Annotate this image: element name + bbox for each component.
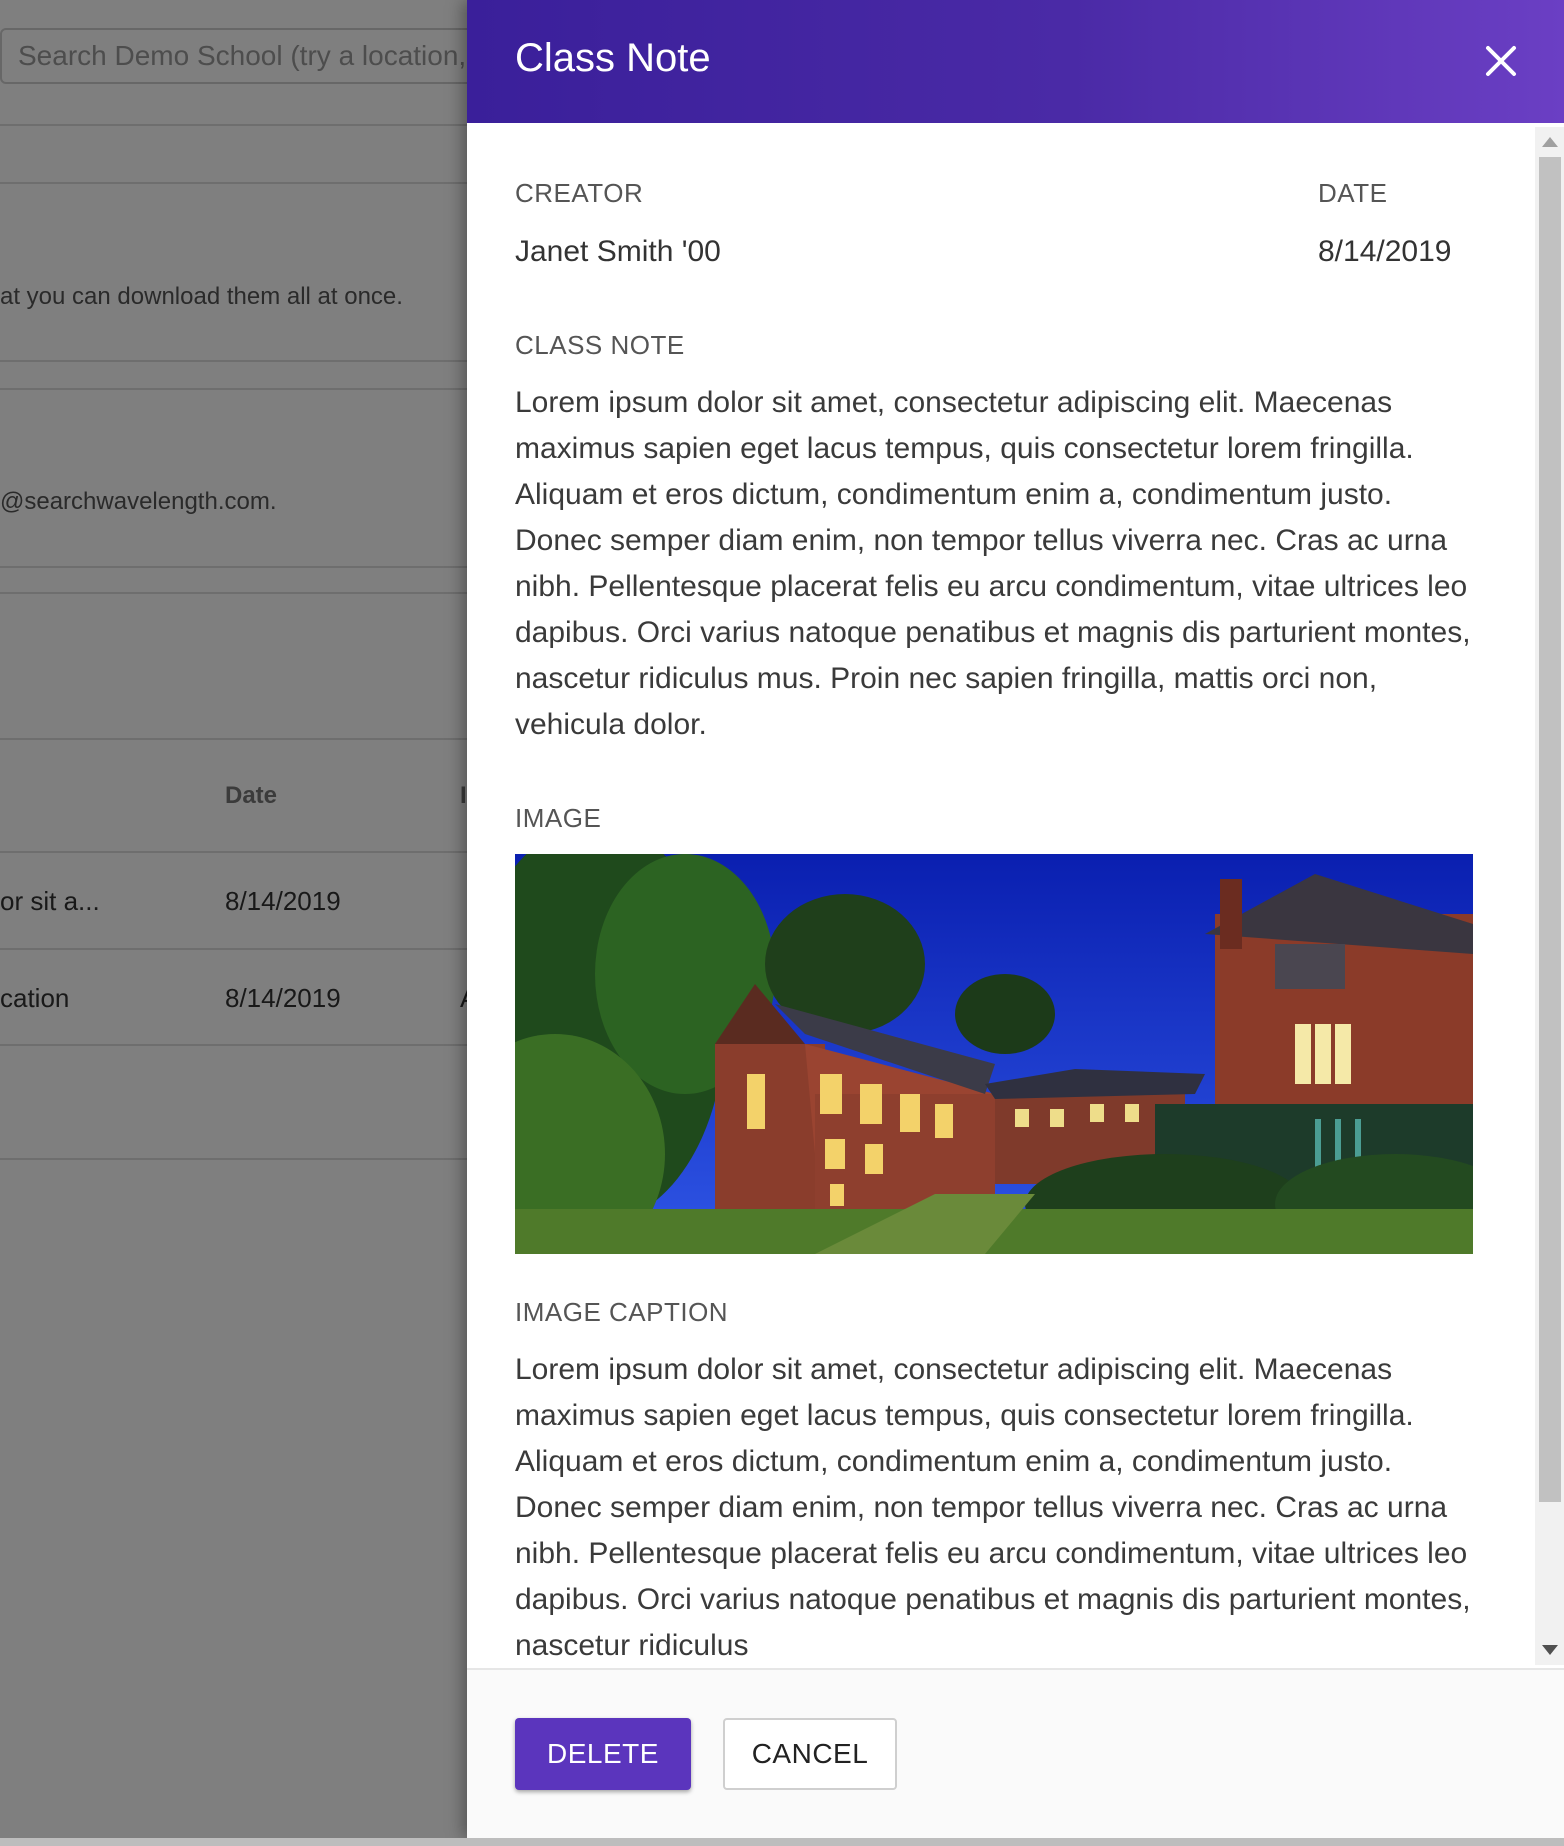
image-caption-label: IMAGE CAPTION [515,1297,729,1327]
close-button[interactable] [1478,38,1524,84]
image-caption-text: Lorem ipsum dolor sit amet, consectetur … [515,1353,1471,1662]
image-label: IMAGE [515,803,602,833]
window-bottom-edge [0,1838,1564,1846]
dialog-title: Class Note [515,36,711,80]
cancel-button[interactable]: CANCEL [723,1718,897,1790]
dialog-header: Class Note [467,0,1564,123]
dialog-footer: DELETE CANCEL [467,1668,1564,1840]
date-label: DATE [1318,178,1388,208]
creator-value: Janet Smith '00 [515,235,721,268]
class-note-text: Lorem ipsum dolor sit amet, consectetur … [515,386,1471,741]
creator-label: CREATOR [515,178,644,208]
dialog-scrollbar[interactable] [1535,127,1564,1665]
scroll-up-arrow-icon[interactable] [1542,137,1558,147]
scroll-thumb[interactable] [1539,157,1561,1502]
dialog-body[interactable]: CREATOR Janet Smith '00 DATE 8/14/2019 C… [467,123,1564,1668]
class-note-image [515,854,1473,1254]
scroll-down-arrow-icon[interactable] [1542,1645,1558,1655]
date-value: 8/14/2019 [1318,235,1452,268]
class-note-dialog: Class Note CREATOR Janet Smith '00 DATE … [467,0,1564,1840]
close-icon [1486,46,1516,76]
delete-button[interactable]: DELETE [515,1718,691,1790]
class-note-label: CLASS NOTE [515,330,685,360]
